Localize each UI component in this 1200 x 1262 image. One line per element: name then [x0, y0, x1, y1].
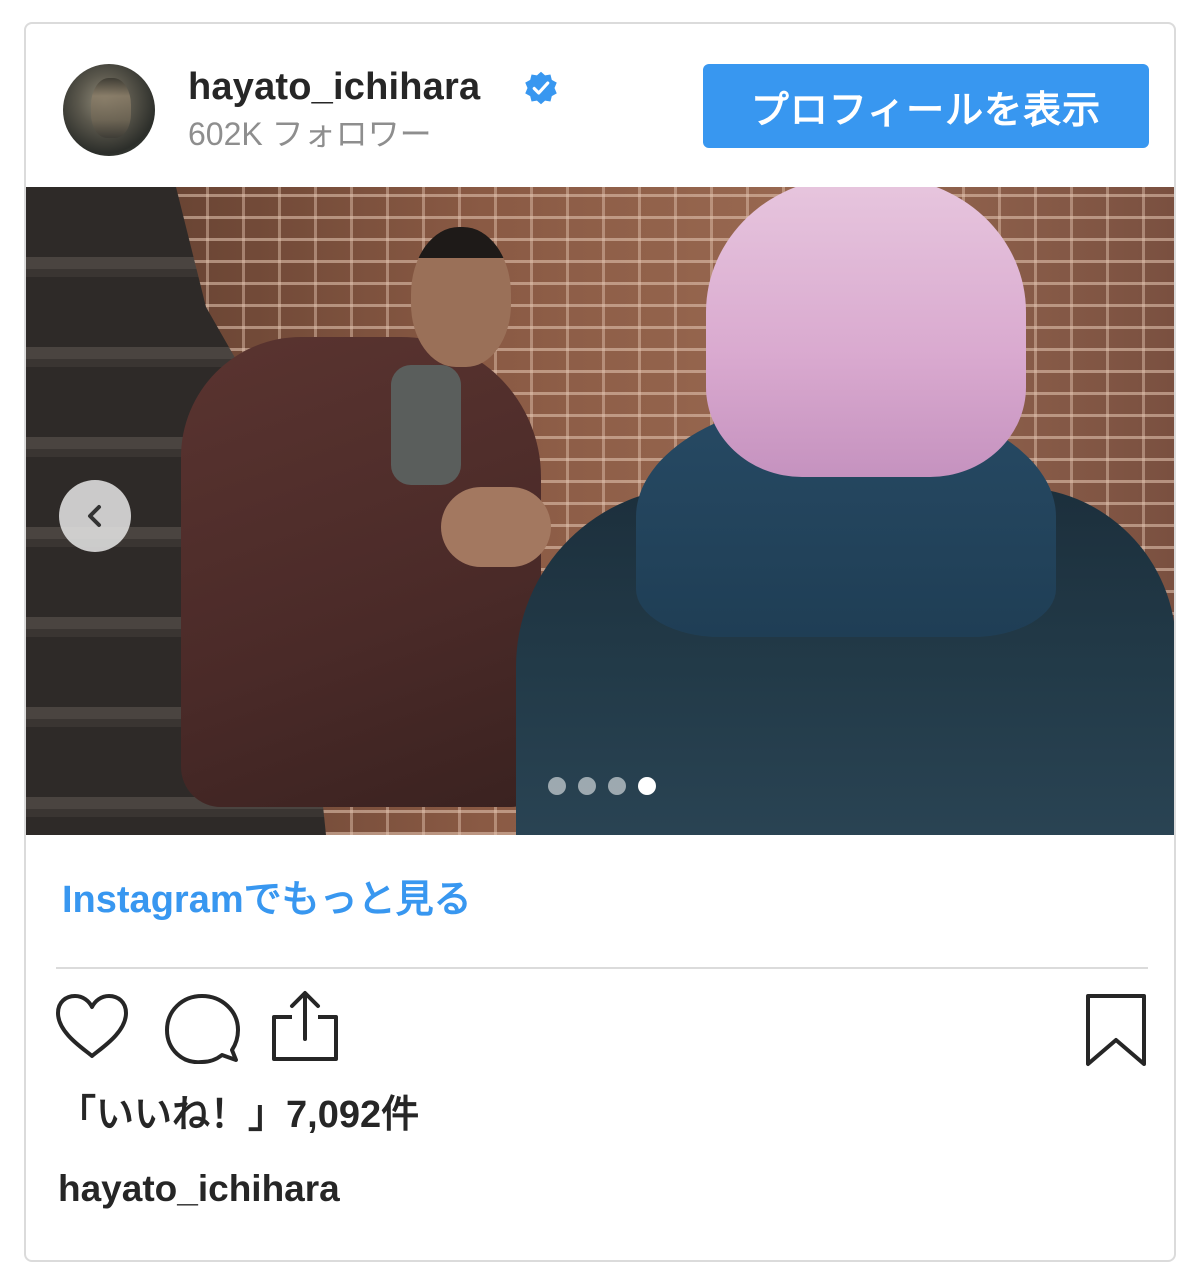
follower-count: 602K フォロワー	[188, 116, 432, 152]
view-more-on-instagram-link[interactable]: Instagramでもっと見る	[62, 874, 472, 926]
photo-pink-hair	[706, 187, 1026, 477]
divider	[56, 967, 1148, 969]
share-icon[interactable]	[270, 989, 340, 1063]
avatar-face-image	[91, 78, 131, 138]
chevron-left-icon	[88, 505, 101, 527]
bookmark-icon[interactable]	[1084, 992, 1148, 1068]
heart-icon[interactable]	[54, 992, 130, 1062]
photo-man-turtleneck	[391, 365, 461, 485]
like-count[interactable]: 「いいね！」7,092件	[58, 1090, 419, 1140]
caption-username[interactable]: hayato_ichihara	[58, 1164, 340, 1214]
photo-person-back	[496, 187, 1174, 835]
carousel-prev-button[interactable]	[59, 480, 131, 552]
carousel-dot	[578, 777, 596, 795]
photo-man-suit	[181, 337, 541, 807]
comment-icon[interactable]	[164, 992, 240, 1064]
carousel-dot-active	[638, 777, 656, 795]
post-photo[interactable]	[26, 187, 1174, 835]
username[interactable]: hayato_ichihara	[188, 64, 480, 110]
verified-badge-icon	[525, 71, 557, 105]
photo-bottom-strip	[62, 835, 1142, 839]
avatar[interactable]	[63, 64, 155, 156]
carousel-dot	[608, 777, 626, 795]
carousel-indicator	[548, 777, 656, 795]
carousel-dot	[548, 777, 566, 795]
instagram-embed-card: hayato_ichihara 602K フォロワー プロフィールを表示 Ins…	[24, 22, 1176, 1262]
view-profile-button[interactable]: プロフィールを表示	[703, 64, 1149, 148]
